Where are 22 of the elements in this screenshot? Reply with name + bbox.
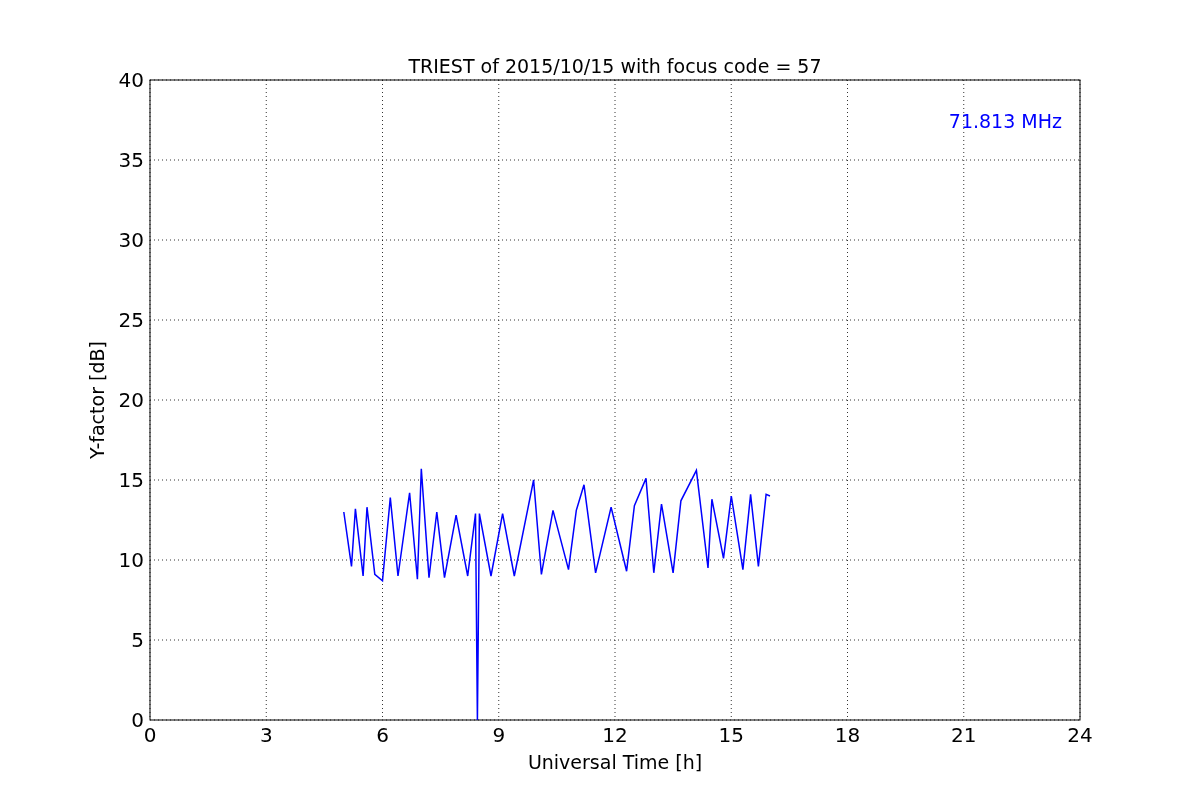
x-axis-label: Universal Time [h] bbox=[527, 751, 703, 773]
x-tick-label: 15 bbox=[718, 723, 744, 747]
y-tick-label: 20 bbox=[118, 388, 144, 412]
chart-title: TRIEST of 2015/10/15 with focus code = 57 bbox=[408, 55, 822, 77]
y-tick-label: 0 bbox=[131, 708, 144, 732]
x-tick-label: 21 bbox=[951, 723, 977, 747]
x-tick-label: 24 bbox=[1067, 723, 1093, 747]
x-tick-label: 0 bbox=[143, 723, 157, 747]
x-tick-label: 6 bbox=[376, 723, 389, 747]
series-label: 71.813 MHz bbox=[948, 110, 1062, 132]
y-tick-label: 40 bbox=[118, 68, 144, 92]
x-tick-label: 3 bbox=[259, 723, 273, 747]
y-tick-label: 35 bbox=[118, 148, 144, 172]
y-tick-label: 15 bbox=[118, 468, 144, 492]
y-axis-label: Y-factor [dB] bbox=[86, 341, 108, 459]
x-tick-label: 18 bbox=[834, 723, 861, 747]
x-tick-label: 12 bbox=[602, 723, 628, 747]
y-tick-label: 25 bbox=[118, 308, 144, 332]
y-tick-label: 10 bbox=[118, 548, 144, 572]
y-tick-label: 30 bbox=[118, 228, 144, 252]
x-tick-label: 9 bbox=[492, 723, 506, 747]
y-tick-label: 5 bbox=[131, 628, 144, 652]
